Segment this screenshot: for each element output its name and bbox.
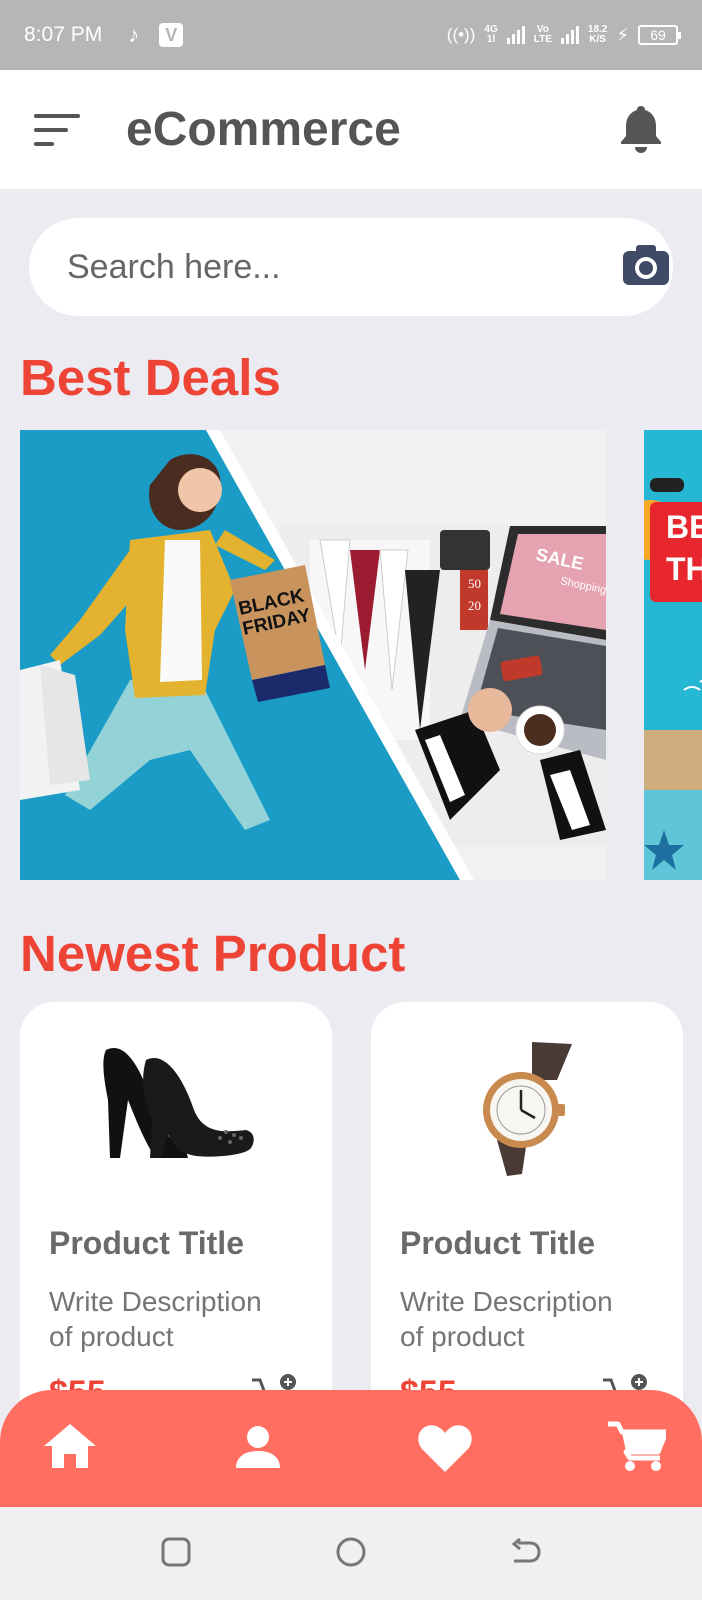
bell-icon[interactable] [620,104,662,159]
wrist-watch-svg [483,1042,572,1176]
camera-icon[interactable] [623,244,669,291]
tag-price-1: 50 [468,576,481,591]
music-note-icon: ♪ [128,22,140,47]
newest-product-title: Newest Product [20,925,406,982]
back-button[interactable] [510,1537,542,1572]
cart-icon[interactable] [608,1420,669,1477]
battery-icon: 69 [638,25,681,45]
deal-banner-summer[interactable]: BE TH [644,430,702,880]
back-arrow-icon [511,1537,541,1563]
status-time: 8:07 PM [24,23,103,46]
best-deals-title: Best Deals [20,349,281,406]
battery-level: 69 [650,27,666,43]
search-bar [29,218,673,316]
product-description: Write Description of product [49,1286,262,1352]
app-bar: eCommerce [0,70,702,189]
cart-svg [608,1421,669,1471]
square-icon [161,1537,191,1567]
home-button[interactable] [336,1537,366,1572]
camera-svg [623,245,669,285]
status-bar: 8:07 PM ♪ V ((•)) 4G 1l Vo LTE 18.2 K/S … [0,0,702,70]
profile-icon[interactable] [236,1426,280,1473]
hotspot-icon: ((•)) [446,25,476,44]
bottom-navigation [0,1390,702,1507]
volte-label: Vo LTE [533,24,552,45]
search-input[interactable] [67,242,567,292]
product-title: Product Title [49,1225,244,1261]
heart-icon[interactable] [418,1424,472,1477]
system-navigation-bar [0,1507,702,1600]
wrist-watch-image [477,1040,577,1185]
deal-banner-black-friday[interactable]: SALE Shopping 50 20 BLACK FRIDAY [20,430,606,880]
home-icon[interactable] [44,1422,96,1473]
network-4g-label: 4G 1l [484,24,498,45]
recent-apps-button[interactable] [161,1537,191,1572]
summer-banner-image: BE TH [644,430,702,880]
circle-icon [336,1537,366,1567]
v-app-icon: V [159,23,184,47]
signal-icon-2 [560,26,579,44]
summer-text-1: BE [666,509,702,545]
signal-icon [506,26,525,44]
summer-text-2: TH [666,551,702,587]
tag-price-2: 20 [468,598,481,613]
bell-svg [621,106,661,153]
menu-icon[interactable] [34,114,82,148]
black-friday-banner-image: SALE Shopping 50 20 BLACK FRIDAY [20,430,606,880]
charging-icon: ⚡ [616,24,629,45]
profile-svg [236,1426,280,1468]
home-svg [44,1424,96,1468]
high-heel-shoes-image [96,1040,256,1165]
product-description: Write Description of product [400,1286,613,1352]
status-icons: ((•)) 4G 1l Vo LTE 18.2 K/S ⚡ 69 [446,24,681,46]
heart-svg [418,1425,472,1472]
network-speed: 18.2 K/S [587,24,608,45]
deals-carousel[interactable]: SALE Shopping 50 20 BLACK FRIDAY BE TH [0,430,702,880]
app-title: eCommerce [126,103,401,156]
high-heel-shoes-svg [103,1048,254,1158]
product-title: Product Title [400,1225,595,1261]
